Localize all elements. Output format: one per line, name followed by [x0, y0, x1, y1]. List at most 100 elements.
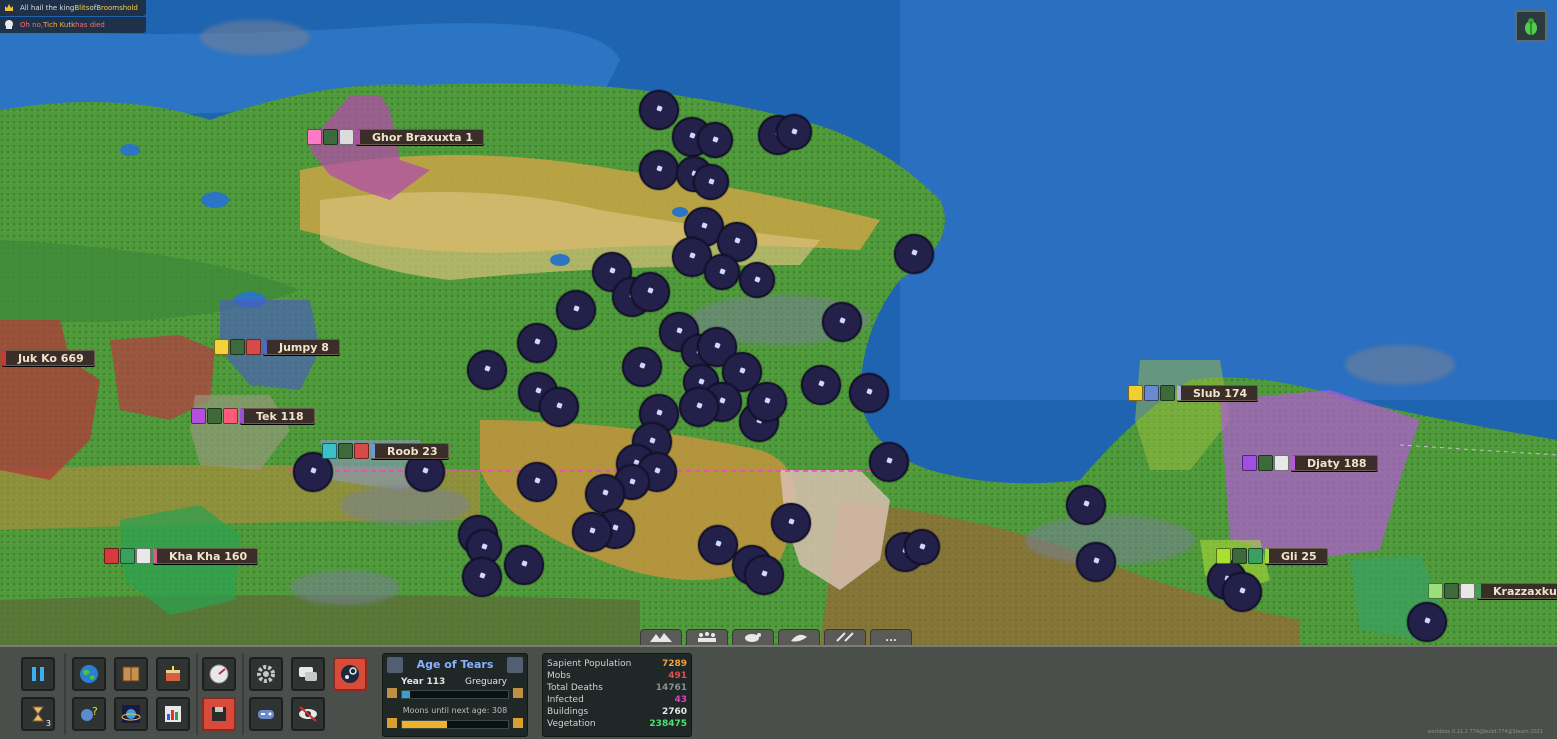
achievements-button[interactable] [156, 657, 190, 691]
dark-creature[interactable] [1066, 485, 1106, 525]
dark-creature[interactable] [747, 382, 787, 422]
dark-creature[interactable] [822, 302, 862, 342]
emblem-icon [120, 548, 135, 564]
dark-creature[interactable] [679, 387, 719, 427]
bottom-toolbar: 3 ? Age of Tears Year 113 Greguary Moons… [0, 645, 1557, 739]
dark-creature[interactable] [517, 462, 557, 502]
speed-badge: 3 [45, 719, 51, 728]
dark-creature[interactable] [869, 442, 909, 482]
emblem-icon [1460, 583, 1475, 599]
dark-creature[interactable] [539, 387, 579, 427]
dark-creature[interactable] [556, 290, 596, 330]
save-button[interactable] [202, 697, 236, 731]
tab-animal[interactable] [732, 629, 774, 645]
beetle-icon [1525, 18, 1537, 35]
dark-creature[interactable] [1222, 572, 1262, 612]
stat-label: Buildings [547, 707, 589, 717]
age-panel[interactable]: Age of Tears Year 113 Greguary Moons unt… [382, 653, 528, 737]
planet-button[interactable] [114, 697, 148, 731]
planet-icon [121, 705, 141, 723]
emblem-icon [1248, 548, 1263, 564]
dark-creature[interactable] [693, 164, 729, 200]
tab-nature[interactable] [778, 629, 820, 645]
dark-creature[interactable] [572, 512, 612, 552]
kingdom-banner[interactable]: Kha Kha 160 [104, 547, 259, 565]
dark-creature[interactable] [467, 350, 507, 390]
dark-creature[interactable] [849, 373, 889, 413]
dark-creature[interactable] [622, 347, 662, 387]
emblem-icon [1444, 583, 1459, 599]
hide-ui-button[interactable] [291, 697, 325, 731]
speed-button[interactable]: 3 [21, 697, 55, 731]
emblem-icon [1258, 455, 1273, 471]
dark-creature[interactable] [739, 262, 775, 298]
dark-creature[interactable] [639, 150, 679, 190]
separator [242, 653, 244, 735]
kingdom-banner[interactable]: Juk Ko 669 [0, 349, 95, 367]
notification-item[interactable]: Oh no, Tich Kutk has died [0, 17, 146, 33]
kingdom-name: Djaty 188 [1291, 455, 1378, 471]
cloud [290, 570, 400, 605]
notification-text: Tich Kutk [43, 21, 76, 29]
kingdom-emblem [1242, 455, 1289, 471]
kingdom-name: Krazzaxku 1 [1477, 583, 1557, 599]
age-progress-bar [401, 720, 509, 729]
tab-people[interactable] [686, 629, 728, 645]
hourglass-icon [387, 688, 397, 698]
dark-creature[interactable] [697, 122, 733, 158]
world-stats-panel[interactable]: Sapient Population 7289 Mobs 491 Total Death… [542, 653, 692, 737]
pause-button[interactable] [21, 657, 55, 691]
dark-creature[interactable] [1076, 542, 1116, 582]
coin-icon [387, 718, 397, 728]
dark-creature[interactable] [771, 503, 811, 543]
kingdom-banner[interactable]: Djaty 188 [1242, 454, 1378, 472]
quests-button[interactable]: ? [72, 697, 106, 731]
tab-tools[interactable] [824, 629, 866, 645]
dark-creature[interactable] [894, 234, 934, 274]
kingdom-banner[interactable]: Krazzaxku 1 [1428, 582, 1557, 600]
kingdom-banner[interactable]: Ghor Braxuxta 1 [307, 128, 485, 146]
history-button[interactable] [114, 657, 148, 691]
kingdom-banner[interactable]: Slub 174 [1128, 384, 1259, 402]
controller-button[interactable] [249, 697, 283, 731]
community-button[interactable] [291, 657, 325, 691]
dark-creature[interactable] [801, 365, 841, 405]
kingdom-emblem [307, 129, 354, 145]
world-map[interactable]: Ghor Braxuxta 1 Jumpy 8 Juk Ko 669 Tek 118 R… [0, 0, 1557, 645]
kingdom-banner[interactable]: Jumpy 8 [214, 338, 340, 356]
dark-creature[interactable] [630, 272, 670, 312]
bug-report-button[interactable] [1515, 10, 1547, 42]
dark-creature[interactable] [704, 254, 740, 290]
stat-label: Sapient Population [547, 659, 632, 669]
notification-log: All hail the king Blits of Broomshold Oh … [0, 0, 146, 34]
tab-mountain[interactable] [640, 629, 682, 645]
notification-text: Oh no, [20, 21, 44, 29]
people-icon [695, 631, 719, 646]
kingdom-emblem [214, 339, 261, 355]
timescale-button[interactable] [202, 657, 236, 691]
notification-item[interactable]: All hail the king Blits of Broomshold [0, 0, 146, 16]
kingdom-emblem [322, 443, 369, 459]
emblem-icon [1274, 455, 1289, 471]
world-info-button[interactable] [72, 657, 106, 691]
tab-more[interactable]: ... [870, 629, 912, 645]
statistics-button[interactable] [156, 697, 190, 731]
dark-creature[interactable] [517, 323, 557, 363]
kingdom-banner[interactable]: Gli 25 [1216, 547, 1328, 565]
dark-creature[interactable] [1407, 602, 1447, 642]
settings-button[interactable] [249, 657, 283, 691]
dark-creature[interactable] [744, 555, 784, 595]
dark-creature[interactable] [585, 474, 625, 514]
dark-creature[interactable] [504, 545, 544, 585]
kingdom-banner[interactable]: Roob 23 [322, 442, 449, 460]
dark-creature[interactable] [462, 557, 502, 597]
steam-button[interactable] [333, 657, 367, 691]
age-right-icon [507, 657, 523, 673]
dark-creature[interactable] [904, 529, 940, 565]
kingdom-banner[interactable]: Tek 118 [191, 407, 315, 425]
kingdom-name: Roob 23 [371, 443, 449, 459]
emblem-icon [338, 443, 353, 459]
emblem-icon [246, 339, 261, 355]
dark-creature[interactable] [776, 114, 812, 150]
dark-creature[interactable] [639, 90, 679, 130]
